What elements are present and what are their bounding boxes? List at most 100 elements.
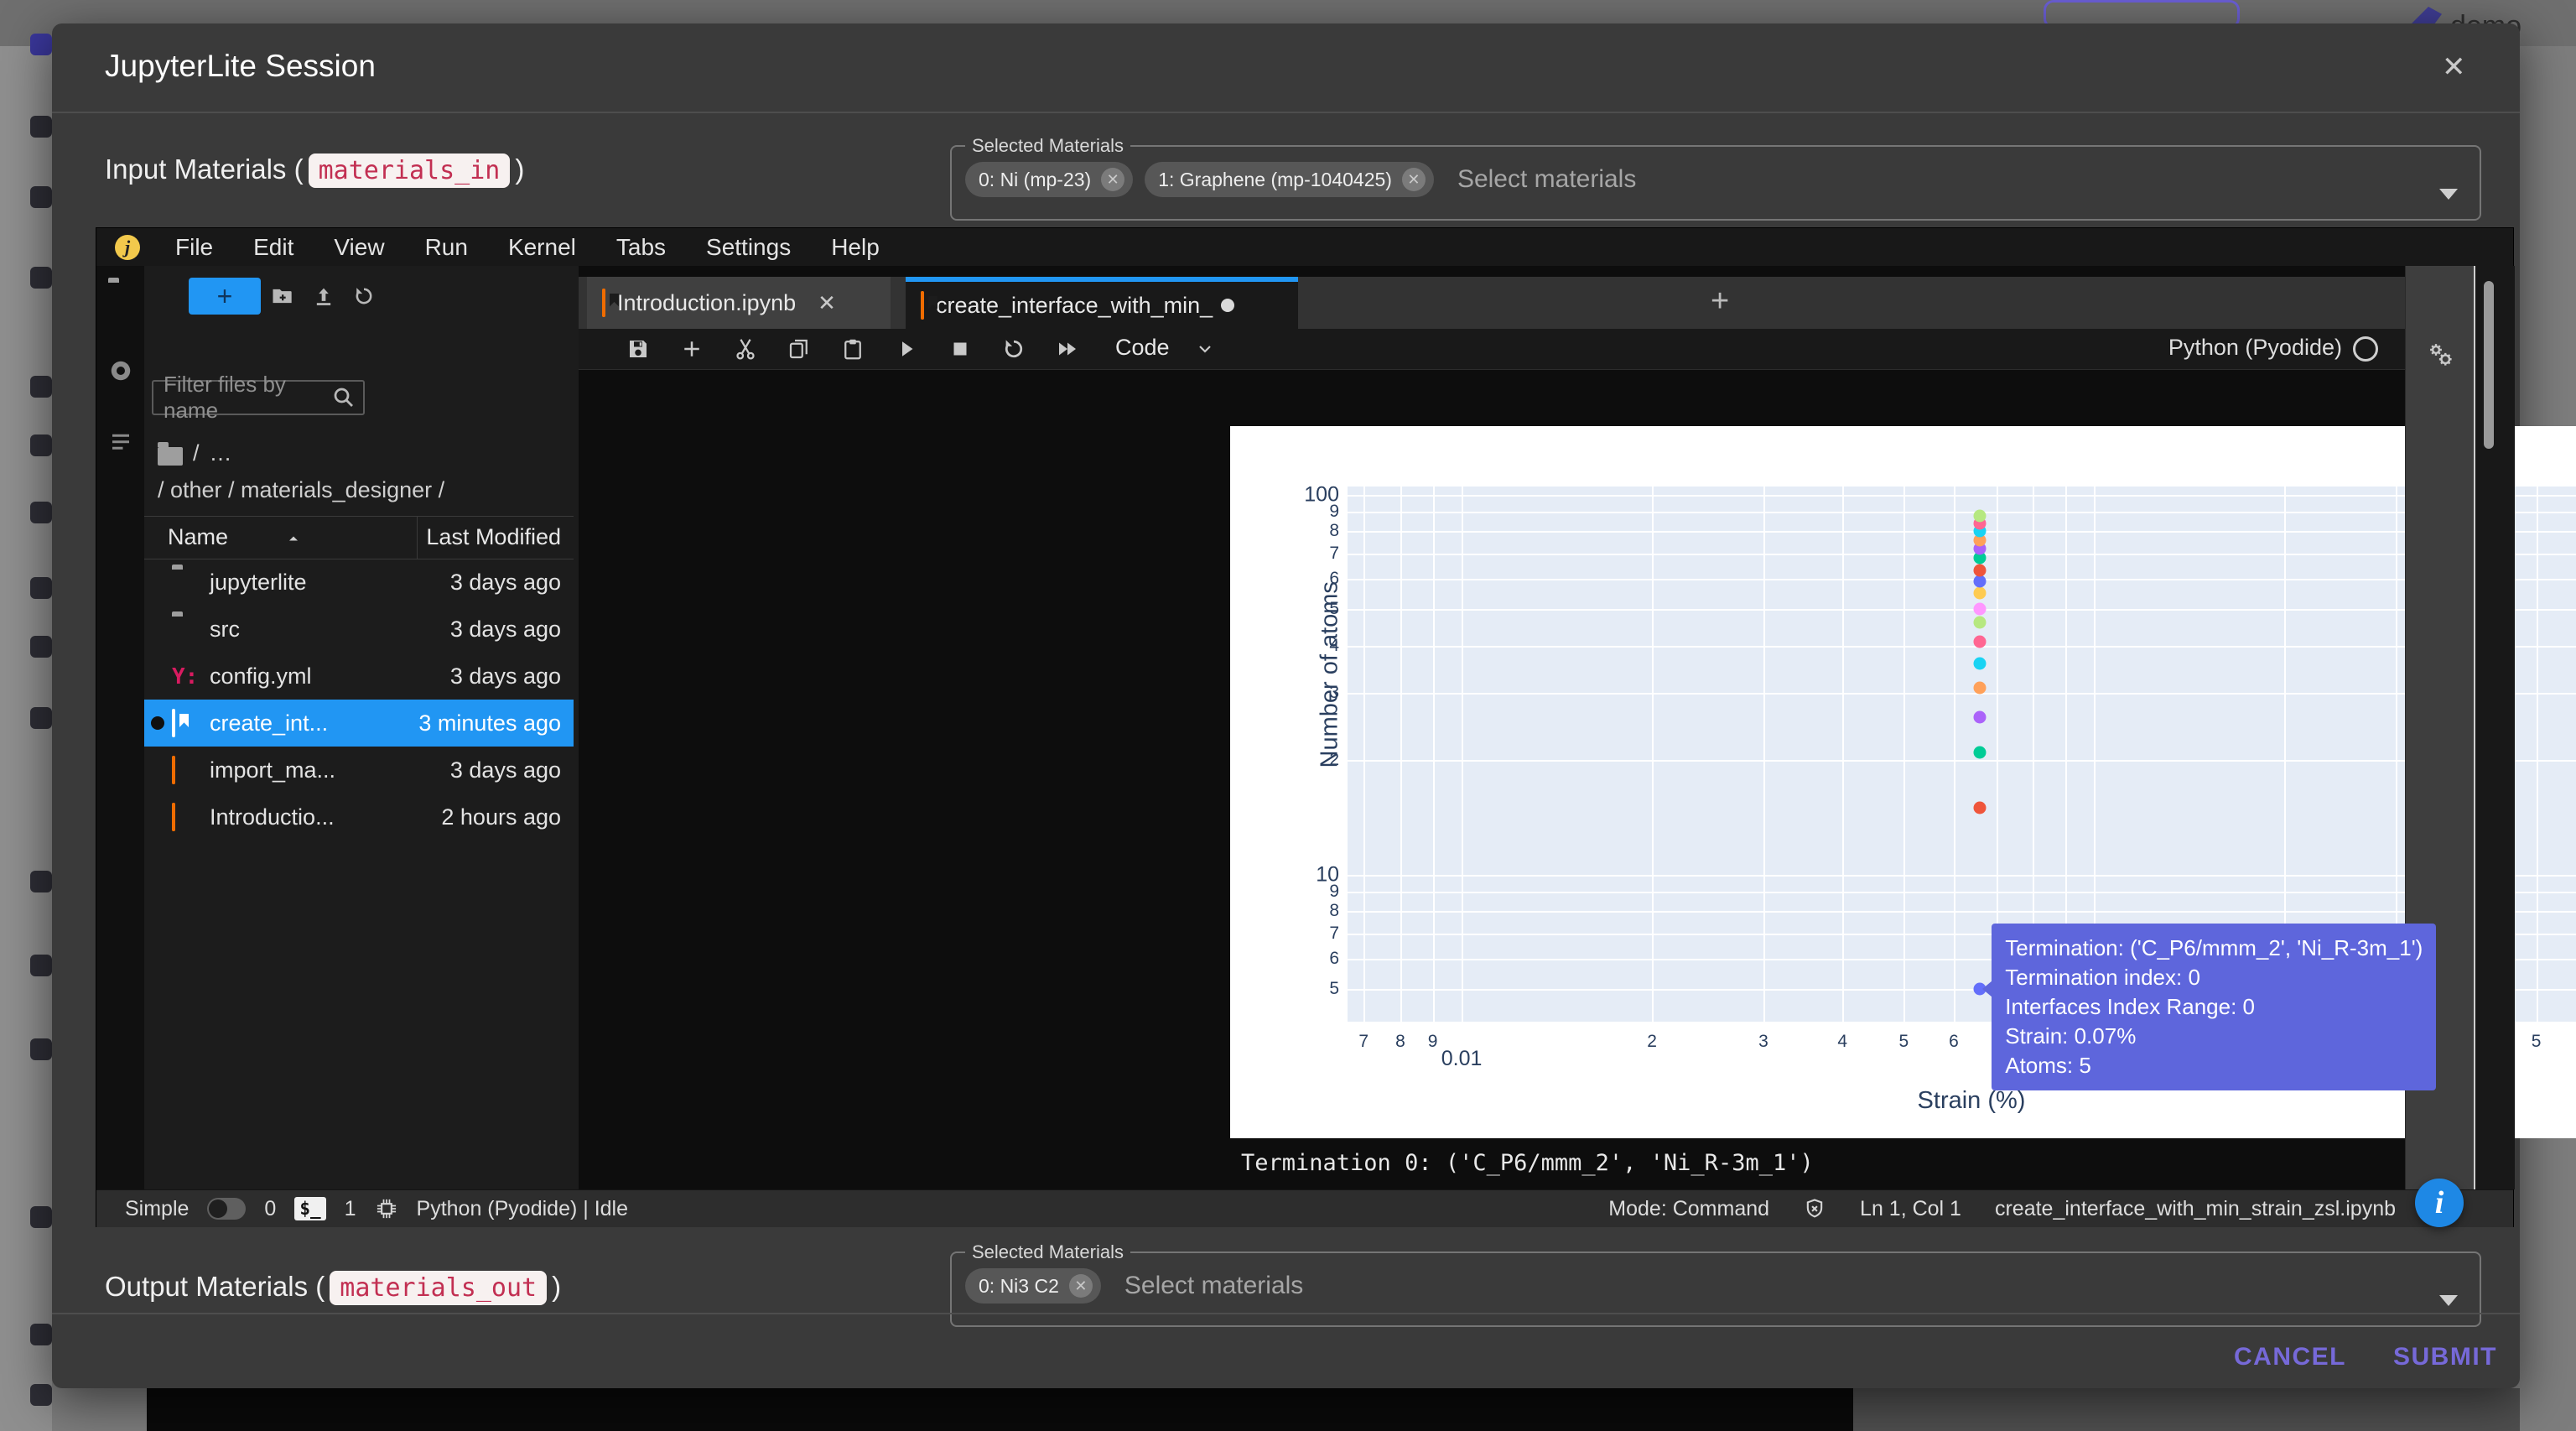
scatter-point[interactable] <box>1974 509 1987 522</box>
menu-view[interactable]: View <box>314 234 404 261</box>
menu-help[interactable]: Help <box>811 234 900 261</box>
chip-remove-icon[interactable]: ✕ <box>1101 168 1124 191</box>
filter-files-input[interactable]: Filter files by name <box>152 380 365 415</box>
simple-mode-toggle[interactable] <box>207 1198 246 1220</box>
app-logo-icon[interactable] <box>30 34 52 55</box>
scatter-point[interactable] <box>1974 657 1987 669</box>
book-icon[interactable] <box>30 267 52 289</box>
breadcrumb-path[interactable]: / other / materials_designer / <box>158 477 444 503</box>
file-row[interactable]: Introductio...2 hours ago <box>144 794 574 840</box>
sort-caret-icon[interactable] <box>285 530 302 547</box>
scatter-point[interactable] <box>1974 617 1987 629</box>
file-row[interactable]: Y:config.yml3 days ago <box>144 653 574 700</box>
menu-kernel[interactable]: Kernel <box>488 234 596 261</box>
scrollbar-thumb[interactable] <box>2484 281 2494 449</box>
scatter-point[interactable] <box>1974 587 1987 600</box>
tab-Introduction.ipynb[interactable]: Introduction.ipynb✕ <box>587 277 891 329</box>
kernel-name-button[interactable]: Python (Pyodide) <box>2168 335 2342 361</box>
file-row[interactable]: create_int...3 minutes ago <box>144 700 574 747</box>
dropdown-chevron-icon[interactable] <box>2439 189 2458 200</box>
scatter-point[interactable] <box>1974 682 1987 695</box>
user-icon[interactable] <box>30 1206 52 1228</box>
copy-cells-icon[interactable] <box>787 336 812 362</box>
file-row[interactable]: import_ma...3 days ago <box>144 747 574 794</box>
tab-close-icon[interactable]: ✕ <box>818 290 836 316</box>
bookmark-icon[interactable] <box>30 502 52 523</box>
add-cell-icon[interactable] <box>679 336 704 362</box>
material-chip[interactable]: 1: Graphene (mp-1040425)✕ <box>1145 162 1434 197</box>
file-row[interactable]: jupyterlite3 days ago <box>144 559 574 606</box>
menu-tabs[interactable]: Tabs <box>596 234 686 261</box>
breadcrumb-ellipsis[interactable]: … <box>210 440 232 466</box>
window-scrollbar[interactable] <box>2474 266 2515 1189</box>
refresh-icon[interactable] <box>352 284 376 308</box>
menu-edit[interactable]: Edit <box>233 234 314 261</box>
material-chip[interactable]: 0: Ni3 C2✕ <box>965 1268 1101 1304</box>
breadcrumb[interactable]: / … <box>158 440 232 466</box>
list-lines-icon[interactable] <box>30 376 52 398</box>
material-chip[interactable]: 0: Ni (mp-23)✕ <box>965 162 1133 197</box>
command-mode-indicator[interactable]: Mode: Command <box>1608 1197 1769 1221</box>
scatter-point[interactable] <box>1974 636 1987 648</box>
interrupt-kernel-icon[interactable] <box>948 336 973 362</box>
restart-run-all-icon[interactable] <box>1055 336 1080 362</box>
scatter-point[interactable] <box>1974 565 1987 577</box>
restart-kernel-icon[interactable] <box>1001 336 1026 362</box>
cancel-button[interactable]: CANCEL <box>2229 1342 2351 1372</box>
tab-create_interface_with_min_[interactable]: create_interface_with_min_ <box>906 277 1298 329</box>
new-launcher-button[interactable]: + <box>189 278 261 315</box>
panel-icon[interactable] <box>30 636 52 658</box>
info-button[interactable]: i <box>2415 1179 2464 1227</box>
ring-icon[interactable] <box>30 1324 52 1345</box>
chip-remove-icon[interactable]: ✕ <box>1069 1274 1093 1298</box>
menu-bars-icon[interactable] <box>30 116 52 138</box>
molecule-icon[interactable] <box>30 435 52 456</box>
file-list-header[interactable]: Name Last Modified <box>144 516 574 559</box>
property-inspector-gears-icon[interactable] <box>2426 340 2456 370</box>
home-folder-icon[interactable] <box>158 447 183 466</box>
share-icon[interactable] <box>30 955 52 976</box>
breadcrumb-root[interactable]: / <box>193 440 200 466</box>
users-icon[interactable] <box>30 871 52 892</box>
create-icon[interactable] <box>30 186 52 208</box>
chip-remove-icon[interactable]: ✕ <box>1402 168 1426 191</box>
tooltip-arrow <box>1982 981 1992 997</box>
cursor-position[interactable]: Ln 1, Col 1 <box>1860 1197 1961 1221</box>
modal-close-icon[interactable]: ✕ <box>2442 50 2466 84</box>
save-icon[interactable] <box>626 336 651 362</box>
select-materials-placeholder[interactable]: Select materials <box>1124 1272 1303 1300</box>
unsaved-changes-dot[interactable] <box>1221 299 1234 312</box>
menu-settings[interactable]: Settings <box>686 234 811 261</box>
column-name[interactable]: Name <box>168 524 228 550</box>
scatter-point[interactable] <box>1974 746 1987 758</box>
run-cell-icon[interactable] <box>894 336 919 362</box>
scatter-point[interactable] <box>1974 801 1987 814</box>
scatter-point[interactable] <box>1974 602 1987 615</box>
column-last-modified[interactable]: Last Modified <box>426 524 561 550</box>
paste-cells-icon[interactable] <box>840 336 865 362</box>
running-kernels-tab-icon[interactable] <box>108 358 133 383</box>
kernel-status-icon[interactable] <box>2353 336 2378 362</box>
menu-file[interactable]: File <box>155 234 233 261</box>
dropdown-chevron-icon[interactable] <box>2439 1295 2458 1306</box>
new-folder-icon[interactable] <box>270 284 293 308</box>
table-of-contents-tab-icon[interactable] <box>108 430 133 455</box>
globe-icon[interactable] <box>30 1038 52 1060</box>
menu-run[interactable]: Run <box>405 234 488 261</box>
cell-type-dropdown[interactable]: Code <box>1115 335 1170 361</box>
cut-cells-icon[interactable] <box>733 336 758 362</box>
file-row[interactable]: src3 days ago <box>144 606 574 653</box>
add-tab-icon[interactable]: + <box>1711 284 1729 320</box>
scatter-point[interactable] <box>1974 575 1987 588</box>
wave-icon[interactable] <box>30 707 52 729</box>
select-materials-placeholder[interactable]: Select materials <box>1457 165 1636 194</box>
curve-icon[interactable] <box>30 1384 52 1406</box>
upload-icon[interactable] <box>312 284 335 308</box>
submit-button[interactable]: SUBMIT <box>2388 1342 2502 1372</box>
scatter-point[interactable] <box>1974 710 1987 723</box>
file-browser-tab-icon[interactable] <box>108 283 133 308</box>
kernel-status-text[interactable]: Python (Pyodide) | Idle <box>417 1197 628 1221</box>
flask-icon[interactable] <box>30 577 52 599</box>
chevron-down-icon[interactable] <box>1195 339 1215 359</box>
input-selected-materials-field[interactable]: Selected Materials 0: Ni (mp-23)✕1: Grap… <box>950 135 2481 221</box>
